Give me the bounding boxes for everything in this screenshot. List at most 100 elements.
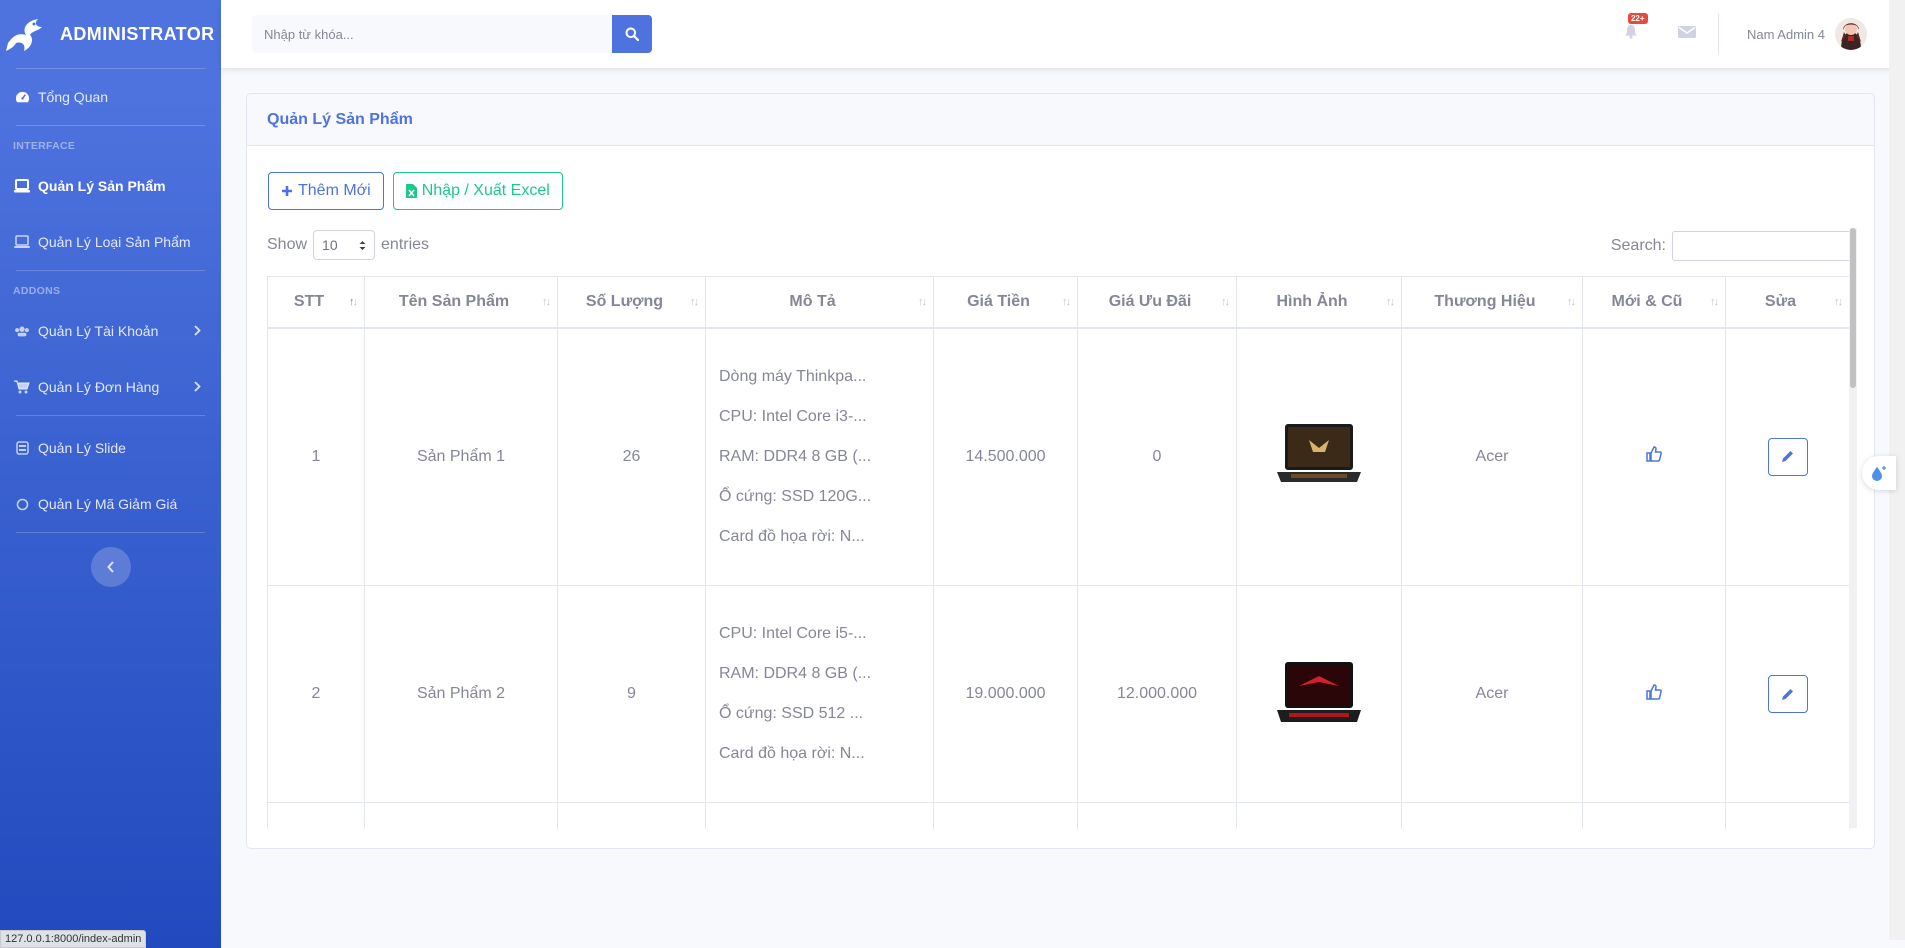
sort-icon: ↑↓ [1386, 295, 1395, 308]
name-cell: Sản Phẩm 1 [364, 327, 558, 586]
header-label: Mới & Cũ [1611, 292, 1683, 310]
column-header[interactable]: Mới & Cũ ↑↓ [1582, 276, 1726, 329]
column-header[interactable]: Tên Sản Phẩm ↑↓ [364, 276, 558, 329]
column-header[interactable]: STT ↑↓ [267, 276, 365, 329]
desc-line: CPU: Intel Core i3-... [719, 407, 867, 425]
qty-cell [557, 802, 706, 829]
image-cell [1236, 327, 1402, 586]
filter-input[interactable] [1672, 231, 1852, 261]
entries-select[interactable]: 10 [313, 230, 376, 260]
excel-import-export-button[interactable]: Nhập / Xuất Excel [392, 172, 563, 210]
excel-button-label: Nhập / Xuất Excel [421, 182, 550, 199]
sort-asc-icon: ↑↓ [349, 295, 358, 308]
sidebar-item-coupons[interactable]: Quản Lý Mã Giảm Giá [0, 476, 221, 532]
price-cell: 14.500.000 [933, 327, 1078, 586]
dragon-logo-icon [6, 19, 42, 51]
table-row: 1 Sản Phẩm 1 26 Dòng máy Thinkpa... CPU:… [267, 327, 1850, 586]
edit-button[interactable] [1767, 437, 1808, 476]
column-header[interactable]: Thương Hiệu ↑↓ [1401, 276, 1583, 329]
thumbs-up-icon[interactable] [1646, 683, 1662, 700]
sidebar-brand[interactable]: ADMINISTRATOR [0, 0, 221, 68]
brand-title: ADMINISTRATOR [60, 23, 215, 44]
desc-line: RAM: DDR4 8 GB (... [719, 447, 872, 465]
edit-cell [1725, 327, 1850, 586]
sidebar: ADMINISTRATOR Tổng Quan INTERFACE Quản L… [0, 0, 221, 948]
edit-button[interactable] [1767, 675, 1808, 713]
add-product-button[interactable]: Thêm Mới [268, 172, 384, 210]
column-header[interactable]: Số Lượng ↑↓ [557, 276, 706, 329]
chevron-left-icon [106, 561, 114, 573]
page-title: Quản Lý Sản Phẩm [267, 110, 413, 128]
sidebar-divider [16, 532, 205, 533]
stt-cell [267, 802, 365, 829]
desc-line: Ổ cứng: SSD 120G... [719, 487, 872, 505]
condition-cell [1582, 327, 1726, 586]
desc-cell: CPU: Intel Core i5-... RAM: DDR4 8 GB (.… [705, 585, 934, 803]
column-header[interactable]: Mô Tả ↑↓ [705, 276, 934, 329]
sidebar-item-label: Quản Lý Tài Khoản [38, 323, 159, 339]
products-card: Quản Lý Sản Phẩm Thêm Mới Nhập / Xuất Ex… [246, 93, 1875, 849]
header-label: Hình Ảnh [1276, 292, 1348, 310]
sidebar-item-orders[interactable]: Quản Lý Đơn Hàng [0, 359, 221, 415]
file-excel-icon [405, 184, 417, 198]
envelope-icon [1677, 26, 1696, 38]
header-label: Giá Ưu Đãi [1108, 292, 1192, 310]
image-cell [1236, 585, 1402, 803]
column-header[interactable]: Hình Ảnh ↑↓ [1236, 276, 1402, 329]
edit-cell [1725, 802, 1850, 829]
sale-price-cell [1077, 802, 1237, 829]
sidebar-item-categories[interactable]: Quản Lý Loại Sản Phẩm [0, 214, 221, 270]
condition-cell [1582, 585, 1726, 803]
desc-line: Ổ cứng: SSD 512 ... [719, 705, 864, 722]
desc-line: Card đồ họa rời: N... [719, 527, 865, 545]
messages-dropdown[interactable] [1677, 25, 1696, 43]
sidebar-item-products[interactable]: Quản Lý Sản Phẩm [0, 158, 221, 214]
column-header[interactable]: Giá Ưu Đãi ↑↓ [1077, 276, 1237, 329]
sort-icon: ↑↓ [1062, 295, 1071, 308]
column-header[interactable]: Sửa ↑↓ [1725, 276, 1850, 329]
desc-cell [705, 802, 934, 829]
sale-price-cell: 0 [1077, 327, 1237, 586]
desc-cell: Dòng máy Thinkpa... CPU: Intel Core i3-.… [705, 327, 934, 586]
table-row: 2 Sản Phẩm 2 9 CPU: Intel Core i5-... RA… [267, 585, 1850, 803]
header-label: Giá Tiền [967, 292, 1030, 310]
sidebar-item-slides[interactable]: Quản Lý Slide [0, 420, 221, 476]
sidebar-item-dashboard[interactable]: Tổng Quan [0, 69, 221, 125]
header-label: Thương Hiệu [1434, 292, 1536, 310]
search-button[interactable] [612, 15, 652, 53]
filter-label: Search: [1610, 237, 1666, 254]
column-header[interactable]: Giá Tiền ↑↓ [933, 276, 1078, 329]
topbar-right: 22+ Nam Admin 4 [1624, 0, 1905, 68]
user-name[interactable]: Nam Admin 4 [1747, 27, 1825, 42]
stt-cell: 1 [267, 327, 365, 586]
brand-cell: Acer [1401, 327, 1583, 586]
card-header: Quản Lý Sản Phẩm [247, 94, 1874, 146]
pencil-icon [1782, 451, 1793, 463]
desc-line: Card đồ họa rời: N... [719, 745, 865, 762]
condition-cell [1582, 802, 1726, 829]
sidebar-item-label: Quản Lý Đơn Hàng [38, 379, 160, 395]
brand-cell: Acer [1401, 585, 1583, 803]
edit-cell [1725, 585, 1850, 803]
table-scrollbar[interactable] [1849, 228, 1857, 828]
search-input[interactable] [252, 15, 612, 53]
table-filter: Search: [1611, 231, 1852, 261]
sort-icon: ↑↓ [1567, 295, 1576, 308]
avatar[interactable] [1835, 18, 1867, 50]
thumbs-up-icon[interactable] [1646, 446, 1662, 462]
sidebar-toggle-button[interactable] [90, 547, 131, 587]
brand-cell [1401, 802, 1583, 829]
add-product-label: Thêm Mới [298, 182, 371, 199]
table-header-row: STT ↑↓ Tên Sản Phẩm ↑↓ Số Lượng ↑↓ Mô Tả ↑↓ … [267, 276, 1850, 329]
qty-cell: 9 [557, 585, 706, 803]
scrollbar-thumb[interactable] [1850, 228, 1856, 388]
table-container: STT ↑↓ Tên Sản Phẩm ↑↓ Số Lượng ↑↓ Mô Tả ↑↓ … [267, 276, 1853, 829]
water-drop-icon [1872, 466, 1886, 481]
floating-widget-button[interactable] [1862, 456, 1896, 490]
header-label: STT [293, 292, 325, 310]
alerts-dropdown[interactable]: 22+ [1624, 13, 1652, 44]
sort-icon: ↑↓ [1710, 295, 1719, 308]
name-cell [364, 802, 558, 829]
sidebar-item-accounts[interactable]: Quản Lý Tài Khoản [0, 303, 221, 359]
qty-cell: 26 [557, 327, 706, 586]
